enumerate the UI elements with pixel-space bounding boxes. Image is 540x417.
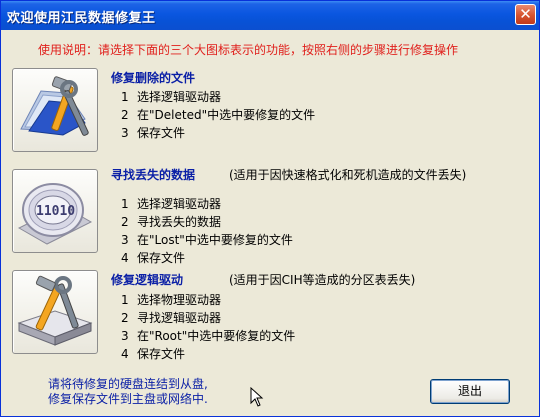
- footer-note: 请将待修复的硬盘连结到从盘, 修复保存文件到主盘或网络中.: [48, 377, 208, 407]
- dialog-body: 使用说明：请选择下面的三个大图标表示的功能，按照右侧的步骤进行修复操作 修复删除…: [4, 30, 536, 413]
- section-title-recover-deleted: 修复删除的文件: [111, 71, 196, 85]
- step-item: 4 保存文件: [121, 251, 186, 265]
- step-item: 4 保存文件: [121, 347, 186, 361]
- step-item: 2 寻找丢失的数据: [121, 215, 222, 229]
- title-bar[interactable]: 欢迎使用江民数据修复王 ✕: [1, 1, 539, 30]
- disk-scan-icon: 11010: [17, 183, 93, 245]
- section-title-repair-drive: 修复逻辑驱动: [111, 273, 184, 287]
- recover-deleted-files-button[interactable]: [12, 68, 98, 152]
- exit-button[interactable]: 退出: [430, 379, 510, 404]
- usage-instructions: 使用说明：请选择下面的三个大图标表示的功能，按照右侧的步骤进行修复操作: [38, 43, 459, 57]
- window-title: 欢迎使用江民数据修复王: [7, 11, 156, 26]
- close-icon[interactable]: ✕: [515, 4, 536, 25]
- file-recover-icon: [20, 76, 89, 136]
- svg-text:11010: 11010: [36, 204, 75, 219]
- section-title-find-lost: 寻找丢失的数据: [111, 168, 196, 182]
- step-item: 1 选择物理驱动器: [121, 293, 222, 307]
- find-lost-data-button[interactable]: 11010: [12, 169, 98, 253]
- step-item: 3 在"Lost"中选中要修复的文件: [121, 233, 293, 247]
- section-note-repair-drive: (适用于因CIH等造成的分区表丢失): [229, 273, 416, 287]
- step-item: 2 寻找逻辑驱动器: [121, 311, 222, 325]
- step-item: 2 在"Deleted"中选中要修复的文件: [121, 108, 316, 122]
- repair-logical-drive-button[interactable]: [12, 270, 98, 354]
- footer-line-1: 请将待修复的硬盘连结到从盘,: [48, 377, 208, 391]
- step-item: 3 在"Root"中选中要修复的文件: [121, 329, 296, 343]
- footer-line-2: 修复保存文件到主盘或网络中.: [48, 392, 208, 406]
- mouse-cursor-icon: [250, 387, 264, 407]
- section-note-find-lost: (适用于因快速格式化和死机造成的文件丢失): [229, 168, 467, 182]
- app-window: 欢迎使用江民数据修复王 ✕ 使用说明：请选择下面的三个大图标表示的功能，按照右侧…: [0, 0, 540, 417]
- step-item: 1 选择逻辑驱动器: [121, 197, 222, 211]
- step-item: 1 选择逻辑驱动器: [121, 90, 222, 104]
- drive-repair-icon: [17, 275, 93, 346]
- step-item: 3 保存文件: [121, 126, 186, 140]
